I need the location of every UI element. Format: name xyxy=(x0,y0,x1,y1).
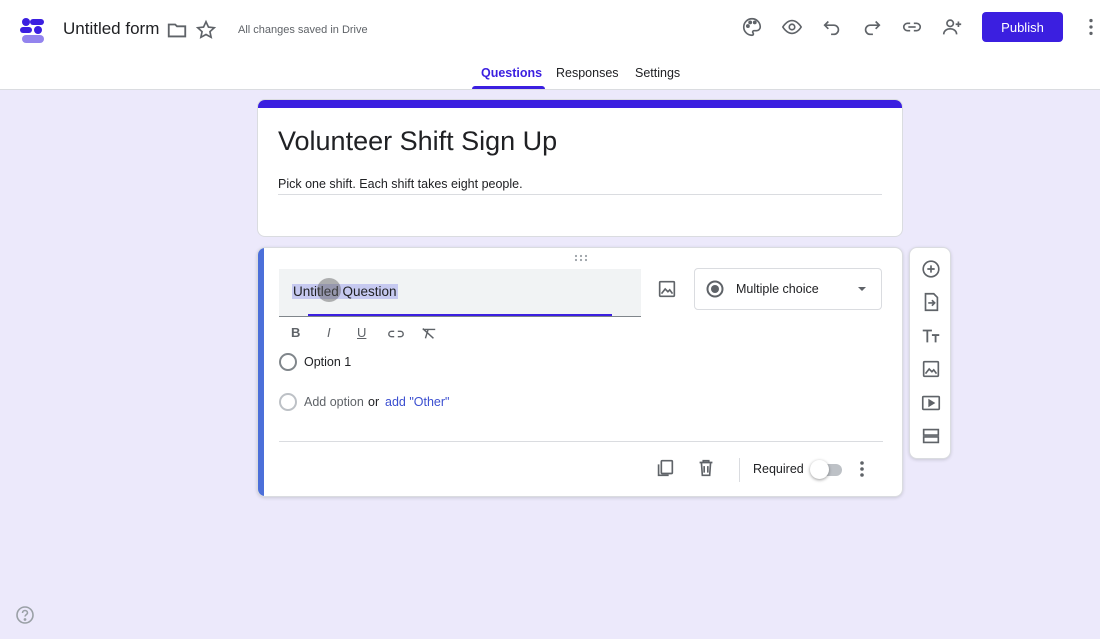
formatting-toolbar: B I U xyxy=(291,325,451,339)
delete-icon[interactable] xyxy=(695,457,717,479)
question-title-text: Untitled Question xyxy=(292,284,398,299)
or-label: or xyxy=(368,395,380,409)
option-label[interactable]: Option 1 xyxy=(304,355,351,369)
add-image-icon[interactable] xyxy=(920,358,942,380)
tab-responses[interactable]: Responses xyxy=(556,66,619,80)
undo-icon[interactable] xyxy=(820,15,844,39)
active-question-indicator xyxy=(258,248,264,496)
option-radio xyxy=(279,353,297,371)
redo-icon[interactable] xyxy=(860,15,884,39)
question-type-label: Multiple choice xyxy=(736,282,819,296)
question-title-input[interactable]: Untitled Question xyxy=(279,269,641,317)
publish-button[interactable]: Publish xyxy=(982,12,1063,42)
star-icon[interactable] xyxy=(194,18,218,42)
tab-questions[interactable]: Questions xyxy=(481,66,542,80)
document-title[interactable]: Untitled form xyxy=(63,19,159,39)
description-divider xyxy=(278,194,882,195)
help-icon[interactable] xyxy=(15,605,35,625)
link-format-icon[interactable] xyxy=(387,329,405,339)
duplicate-icon[interactable] xyxy=(654,457,676,479)
link-icon[interactable] xyxy=(900,15,924,39)
import-questions-icon[interactable] xyxy=(920,291,942,313)
add-option-radio xyxy=(279,393,297,411)
question-more-icon[interactable] xyxy=(855,458,869,480)
chevron-down-icon xyxy=(855,282,869,296)
required-toggle-knob[interactable] xyxy=(810,460,829,479)
palette-icon[interactable] xyxy=(740,15,764,39)
drag-handle-icon[interactable] xyxy=(574,254,588,262)
more-vert-icon[interactable] xyxy=(1079,15,1100,39)
form-title-card[interactable]: Volunteer Shift Sign Up Pick one shift. … xyxy=(257,99,903,237)
input-focus-underline xyxy=(308,314,612,316)
bold-button[interactable]: B xyxy=(291,325,300,339)
required-label: Required xyxy=(753,462,804,476)
eye-icon[interactable] xyxy=(780,15,804,39)
italic-button[interactable]: I xyxy=(327,325,331,339)
theme-accent-bar xyxy=(258,100,902,108)
add-other-link[interactable]: add "Other" xyxy=(385,395,449,409)
app-header: Untitled form All changes saved in Drive… xyxy=(0,0,1100,90)
footer-divider xyxy=(279,441,883,442)
form-title[interactable]: Volunteer Shift Sign Up xyxy=(278,126,557,157)
folder-icon[interactable] xyxy=(165,18,189,42)
active-tab-indicator xyxy=(472,86,545,89)
footer-vertical-divider xyxy=(739,458,740,482)
radio-type-icon xyxy=(706,280,724,298)
clear-format-icon[interactable] xyxy=(421,327,437,339)
tab-settings[interactable]: Settings xyxy=(635,66,680,80)
add-person-icon[interactable] xyxy=(940,15,964,39)
add-video-icon[interactable] xyxy=(920,392,942,414)
form-tabs: Questions Responses Settings xyxy=(0,60,1100,90)
question-type-dropdown[interactable]: Multiple choice xyxy=(694,268,882,310)
add-image-icon[interactable] xyxy=(656,278,678,300)
forms-logo-icon[interactable] xyxy=(16,14,48,46)
floating-toolbar xyxy=(909,247,951,459)
add-question-icon[interactable] xyxy=(920,258,942,280)
add-title-icon[interactable] xyxy=(920,325,942,347)
form-description[interactable]: Pick one shift. Each shift takes eight p… xyxy=(278,177,523,191)
save-status-text: All changes saved in Drive xyxy=(238,24,368,36)
add-section-icon[interactable] xyxy=(920,425,942,447)
mouse-cursor-highlight xyxy=(317,278,341,302)
underline-button[interactable]: U xyxy=(357,325,366,339)
question-card[interactable]: Untitled Question Multiple choice B I U … xyxy=(257,247,903,497)
add-option-link[interactable]: Add option xyxy=(304,395,364,409)
